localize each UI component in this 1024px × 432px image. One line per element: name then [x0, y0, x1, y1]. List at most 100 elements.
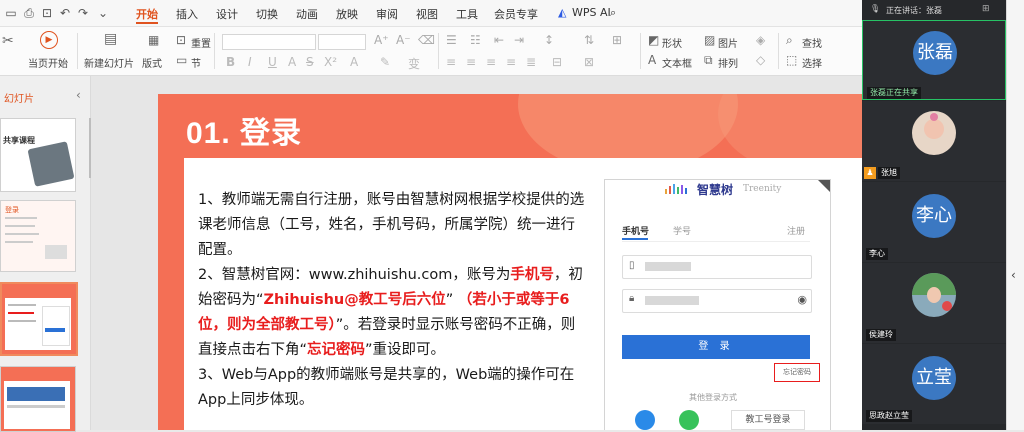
tab-tools[interactable]: 工具	[456, 6, 478, 22]
phonetic-icon[interactable]: 变	[408, 55, 420, 72]
participant-tile-5[interactable]: 立莹 思政赵立莹	[862, 344, 1006, 424]
new-slide-button[interactable]: 新建幻灯片	[84, 55, 134, 70]
bold-icon[interactable]: B	[226, 55, 235, 69]
select-button[interactable]: 选择	[802, 55, 822, 70]
smartart-icon[interactable]: ⊠	[584, 55, 594, 69]
justify-icon[interactable]: ≡	[506, 55, 516, 69]
indent-increase-icon[interactable]: ⇥	[514, 33, 524, 47]
slide-body-text[interactable]: 1、教师端无需自行注册，账号由智慧树网根据学校提供的选课老师信息（工号，姓名，手…	[198, 188, 588, 413]
reset-button[interactable]: 重置	[191, 35, 211, 50]
tab-member[interactable]: 会员专享	[494, 6, 538, 22]
section-icon[interactable]: ▭	[176, 53, 187, 67]
shadow-icon[interactable]: A	[288, 55, 296, 69]
bullets-icon[interactable]: ☰	[446, 33, 457, 47]
numbering-icon[interactable]: ☷	[470, 33, 481, 47]
reset-icon[interactable]: ⊡	[176, 33, 186, 47]
textbox-button[interactable]: 文本框	[662, 55, 692, 70]
tab-view[interactable]: 视图	[416, 6, 438, 22]
laptop-image	[27, 141, 75, 187]
thumbnail-text: 登录	[5, 206, 19, 214]
slide-thumbnail-2[interactable]: 登录	[0, 200, 76, 272]
find-icon[interactable]: ⌕	[786, 33, 793, 48]
columns-icon[interactable]: ⊞	[612, 33, 622, 47]
print-preview-icon[interactable]: ⊡	[40, 6, 54, 20]
divider	[640, 33, 641, 69]
align-text-icon[interactable]: ⊟	[552, 55, 562, 69]
eye-icon: ◉	[797, 293, 807, 306]
play-from-current-icon[interactable]: ▶	[40, 31, 58, 49]
participant-name: 张旭	[878, 167, 900, 179]
collapse-pane-icon[interactable]: ‹	[76, 88, 81, 102]
section-button[interactable]: 节	[191, 55, 201, 70]
save-icon[interactable]: ▭	[4, 6, 18, 20]
collapse-panel-bar[interactable]: ‹	[1006, 0, 1024, 430]
tab-animation[interactable]: 动画	[296, 6, 318, 22]
login-screenshot: 智慧树 Treenity 手机号 学号 注册 ▯ 🔒︎ ◉ 登 录 忘记密码 其…	[604, 179, 831, 430]
redo-icon[interactable]: ↷	[76, 6, 90, 20]
participant-name: 张磊正在共享	[867, 87, 921, 99]
strikethrough-icon[interactable]: S	[306, 55, 314, 69]
participant-name: 思政赵立莹	[866, 410, 912, 422]
undo-icon[interactable]: ↶	[58, 6, 72, 20]
tab-transition[interactable]: 切换	[256, 6, 278, 22]
grid-view-icon[interactable]: ⊞	[982, 4, 990, 14]
tab-slideshow[interactable]: 放映	[336, 6, 358, 22]
start-from-current-button[interactable]: 当页开始	[28, 55, 68, 70]
fill-icon[interactable]: ◈	[756, 33, 765, 47]
new-slide-icon[interactable]: ▤	[104, 31, 117, 47]
align-center-icon[interactable]: ≡	[466, 55, 476, 69]
shape-icon[interactable]: ◩	[648, 33, 659, 47]
arrange-icon[interactable]: ⧉	[704, 53, 713, 68]
wps-ai-icon[interactable]: ◭	[558, 6, 566, 19]
picture-button[interactable]: 图片	[718, 35, 738, 50]
highlight-icon[interactable]: ✎	[380, 55, 390, 69]
font-size-select[interactable]	[318, 34, 366, 50]
superscript-icon[interactable]: X²	[324, 55, 337, 69]
font-color-icon[interactable]: A	[350, 55, 358, 69]
slide-thumbnail-3-selected[interactable]	[0, 282, 78, 356]
more-icon[interactable]: ⌄	[96, 6, 110, 20]
print-icon[interactable]: ⎙	[22, 6, 36, 20]
align-left-icon[interactable]: ≡	[446, 55, 456, 69]
tab-insert[interactable]: 插入	[176, 6, 198, 22]
layout-button[interactable]: 版式	[142, 55, 162, 70]
tab-design[interactable]: 设计	[216, 6, 238, 22]
divider	[214, 33, 215, 69]
slide-title[interactable]: 01. 登录	[186, 108, 302, 152]
participant-tile-2[interactable]: ♟ 张旭	[862, 101, 1006, 181]
underline-icon[interactable]: U	[268, 55, 277, 69]
textbox-icon[interactable]: A	[648, 53, 656, 67]
italic-icon[interactable]: I	[248, 55, 252, 69]
font-family-select[interactable]	[222, 34, 316, 50]
tab-review[interactable]: 审阅	[376, 6, 398, 22]
participant-tile-1[interactable]: 张磊 张磊正在共享	[862, 20, 1006, 100]
align-right-icon[interactable]: ≡	[486, 55, 496, 69]
current-slide[interactable]: 01. 登录 1、教师端无需自行注册，账号由智慧树网根据学校提供的选课老师信息（…	[158, 94, 862, 430]
avatar-photo	[912, 273, 956, 317]
slide-thumbnail-4[interactable]	[0, 366, 76, 432]
participant-tile-3[interactable]: 李心 李心	[862, 182, 1006, 262]
participant-tile-4[interactable]: 侯建玲	[862, 263, 1006, 343]
indent-decrease-icon[interactable]: ⇤	[494, 33, 504, 47]
grow-font-icon[interactable]: A⁺	[374, 33, 389, 47]
layout-icon[interactable]: ▦	[148, 33, 159, 47]
arrange-button[interactable]: 排列	[718, 55, 738, 70]
clear-format-icon[interactable]: ⌫	[418, 33, 435, 47]
wps-ai-button[interactable]: WPS AI	[572, 6, 611, 19]
chevron-left-icon[interactable]: ‹	[1011, 268, 1016, 282]
line-spacing-icon[interactable]: ↕	[544, 33, 554, 47]
select-icon[interactable]: ⬚	[786, 53, 797, 67]
text-direction-icon[interactable]: ⇅	[584, 33, 594, 47]
distribute-icon[interactable]: ≣	[526, 55, 536, 69]
picture-icon[interactable]: ▨	[704, 33, 715, 47]
slide-thumbnail-1[interactable]: 共享课程	[0, 118, 76, 192]
find-button[interactable]: 查找	[802, 35, 822, 50]
search-icon[interactable]: ⌕	[610, 6, 616, 20]
shape-button[interactable]: 形状	[662, 35, 682, 50]
wechat-icon	[679, 410, 699, 430]
login-button-image: 登 录	[622, 335, 810, 359]
tab-home[interactable]: 开始	[136, 6, 158, 22]
outline-icon[interactable]: ◇	[756, 53, 765, 67]
shrink-font-icon[interactable]: A⁻	[396, 33, 411, 47]
cut-icon[interactable]: ✂	[2, 33, 14, 49]
